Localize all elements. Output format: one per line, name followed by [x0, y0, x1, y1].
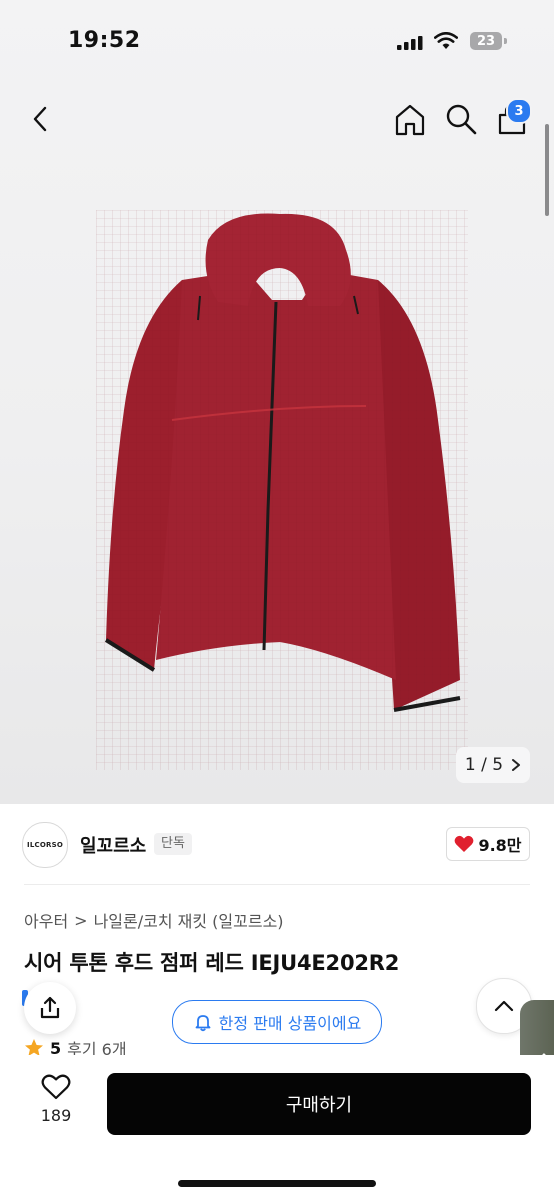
cart-count-badge: 3	[506, 98, 532, 124]
chevron-up-icon	[494, 1000, 514, 1012]
scrollbar[interactable]	[545, 124, 549, 216]
breadcrumb-separator: >	[74, 910, 88, 930]
buy-button[interactable]: 구매하기	[107, 1073, 531, 1135]
brand-like-button[interactable]: 9.8만	[446, 827, 530, 861]
breadcrumb-leaf[interactable]: 나일론/코치 재킷 (일꼬르소)	[94, 908, 284, 932]
category-breadcrumb: 아우터 > 나일론/코치 재킷 (일꼬르소)	[24, 908, 284, 932]
search-icon[interactable]	[444, 102, 478, 136]
image-counter-separator: /	[481, 755, 487, 775]
image-counter-total: 5	[492, 755, 504, 775]
product-title: 시어 투톤 후드 점퍼 레드 IEJU4E202R2	[24, 951, 400, 975]
limited-sale-label: 한정 판매 상품이에요	[218, 1014, 362, 1033]
brand-logo[interactable]: ILCORSO	[22, 822, 68, 868]
product-image-jacket	[96, 210, 468, 770]
exclusive-badge: 단독	[154, 833, 192, 855]
status-bar-time: 19:52	[68, 28, 141, 53]
chevron-right-icon	[512, 759, 521, 771]
brand-like-count: 9.8만	[478, 836, 522, 855]
battery-tip	[504, 38, 507, 44]
share-icon	[40, 996, 60, 1019]
cellular-signal-icon	[397, 36, 423, 50]
wifi-icon	[434, 32, 458, 49]
heart-filled-icon	[455, 835, 474, 852]
wishlist-button[interactable]: 189	[26, 1074, 86, 1134]
share-button[interactable]	[24, 982, 76, 1034]
home-indicator[interactable]	[178, 1180, 376, 1187]
battery-indicator: 23	[470, 32, 508, 50]
limited-sale-notice[interactable]: 한정 판매 상품이에요	[172, 1000, 382, 1044]
battery-level: 23	[470, 32, 502, 50]
image-counter-current: 1	[464, 755, 476, 775]
bell-icon	[195, 1015, 211, 1032]
section-divider	[24, 884, 530, 885]
home-icon[interactable]	[392, 102, 428, 138]
image-counter-text: 1 / 5	[465, 755, 503, 775]
wishlist-count: 189	[40, 1106, 72, 1125]
breadcrumb-root[interactable]: 아우터	[24, 908, 68, 932]
image-counter[interactable]: 1 / 5	[456, 747, 530, 783]
brand-name[interactable]: 일꼬르소	[80, 832, 146, 858]
heart-outline-icon	[41, 1074, 71, 1100]
back-arrow-icon[interactable]	[24, 102, 58, 136]
